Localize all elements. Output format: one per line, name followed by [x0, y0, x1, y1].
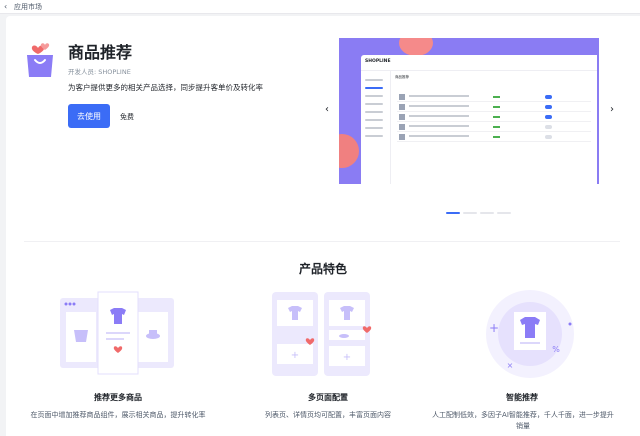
breadcrumb-label[interactable]: 应用市场 — [14, 2, 42, 12]
back-chevron-icon[interactable]: ‹ — [4, 2, 14, 11]
svg-text:+: + — [343, 352, 351, 363]
carousel-dot[interactable] — [497, 212, 511, 214]
app-description: 为客户提供更多的相关产品选择，同步提升客单价及转化率 — [68, 83, 263, 92]
feature-name: 智能推荐 — [506, 393, 538, 402]
app-title: 商品推荐 — [68, 43, 133, 62]
mock-heading: 商品推荐 — [395, 75, 409, 79]
decor-blob — [399, 38, 433, 56]
svg-text:+: + — [291, 350, 299, 361]
smart-recommendation-illustration: + % × — [486, 290, 574, 378]
feature-name: 多页面配置 — [308, 393, 348, 402]
svg-text:+: + — [489, 321, 499, 335]
feature-description: 在页面中增加推荐商品组件，展示相关商品，提升转化率 — [30, 411, 206, 419]
decor-blob — [339, 134, 359, 168]
carousel-slide-screenshot: SHOPLINE 商品推荐 — [339, 38, 599, 184]
carousel-pagination — [446, 212, 511, 214]
section-divider — [24, 241, 620, 242]
developer-label: 开发人员: SHOPLINE — [68, 68, 131, 76]
carousel-prev-icon[interactable]: ‹ — [322, 104, 332, 115]
carousel-dot[interactable] — [480, 212, 494, 214]
mock-table — [397, 93, 591, 177]
shopping-bag-icon — [27, 43, 53, 77]
mock-logo: SHOPLINE — [365, 59, 391, 64]
feature-description: 列表页、详情页均可配置，丰富页面内容 — [265, 411, 391, 419]
feature-name: 推荐更多商品 — [94, 393, 142, 402]
recommend-products-illustration — [60, 291, 174, 375]
app-detail-card: 商品推荐 开发人员: SHOPLINE 为客户提供更多的相关产品选择，同步提升客… — [6, 16, 640, 436]
admin-mock-preview: SHOPLINE 商品推荐 — [361, 55, 597, 184]
mock-sidebar — [361, 71, 391, 184]
carousel-dot[interactable] — [446, 212, 460, 214]
carousel-dot[interactable] — [463, 212, 477, 214]
top-breadcrumb-bar: ‹ 应用市场 — [0, 0, 640, 14]
feature-description: 人工配制低效，多因子AI智能推荐，千人千面，进一步提升销量 — [432, 411, 614, 430]
features-heading: 产品特色 — [298, 262, 347, 276]
carousel-next-icon[interactable]: › — [607, 104, 617, 115]
use-app-button[interactable]: 去使用 — [68, 104, 110, 128]
multi-page-config-illustration: + + — [272, 292, 372, 376]
svg-text:%: % — [552, 345, 560, 354]
svg-text:×: × — [507, 361, 514, 370]
price-label: 免费 — [120, 113, 134, 121]
